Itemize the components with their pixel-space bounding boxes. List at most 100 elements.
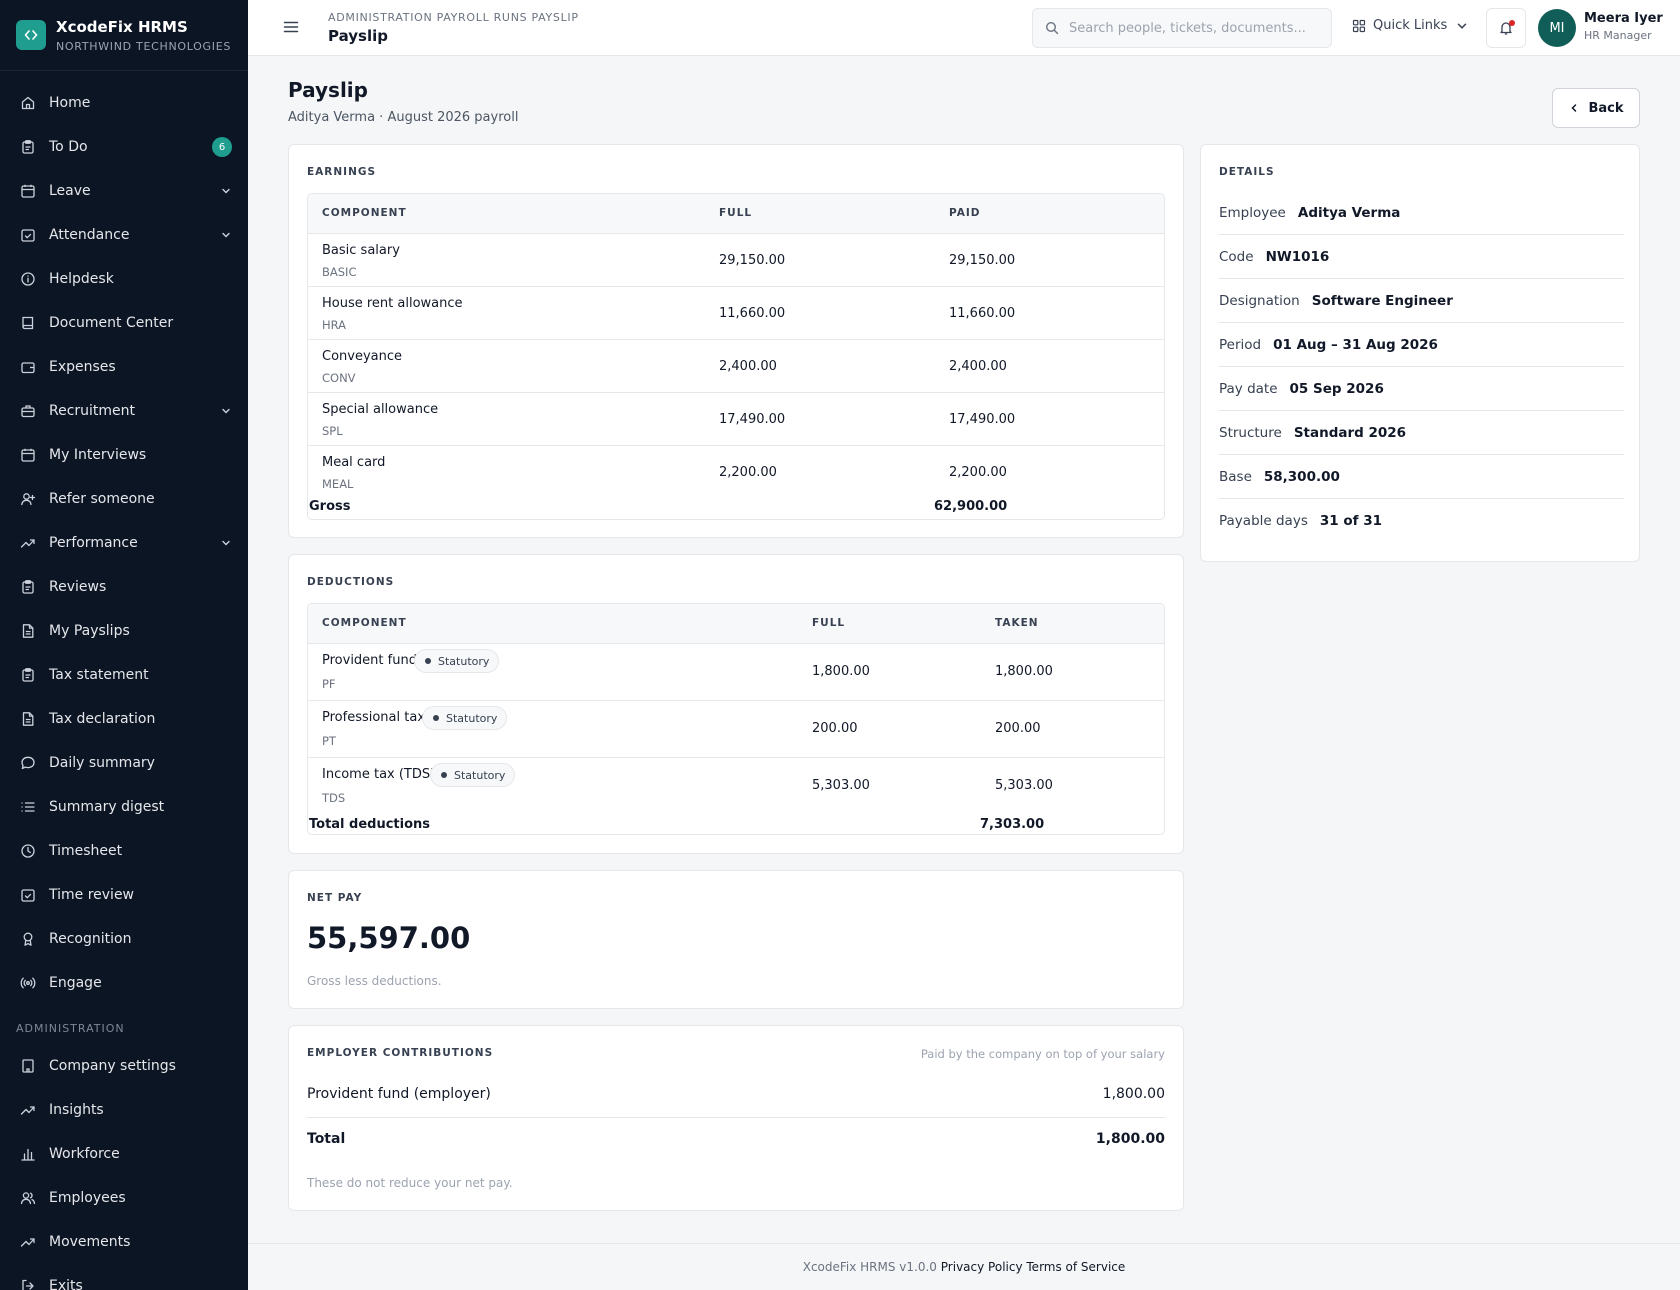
column-header-full: FULL bbox=[719, 207, 753, 219]
notifications-button[interactable] bbox=[1486, 8, 1526, 48]
clock-icon bbox=[20, 843, 36, 859]
sidebar-item-daily-summary[interactable]: Daily summary bbox=[0, 741, 248, 785]
sidebar-item-label: Document Center bbox=[49, 315, 174, 331]
earnings-card: EARNINGS COMPONENT FULL PAID Basic salar… bbox=[288, 144, 1184, 538]
net-pay-amount: 55,597.00 bbox=[307, 921, 471, 955]
sidebar-item-label: My Payslips bbox=[49, 623, 130, 639]
detail-value: 58,300.00 bbox=[1263, 468, 1340, 485]
detail-label: Period bbox=[1219, 336, 1262, 353]
search-box bbox=[1032, 8, 1332, 48]
sidebar-item-movements[interactable]: Movements bbox=[0, 1220, 248, 1264]
sidebar-item-timesheet[interactable]: Timesheet bbox=[0, 829, 248, 873]
sidebar-item-label: Insights bbox=[49, 1102, 104, 1118]
sidebar-item-home[interactable]: Home bbox=[0, 81, 248, 125]
clipboard-icon bbox=[20, 139, 36, 155]
detail-row-designation: Designation Software Engineer bbox=[1219, 279, 1624, 323]
gross-value: 62,900.00 bbox=[934, 499, 1008, 514]
sidebar-item-my-interviews[interactable]: My Interviews bbox=[0, 433, 248, 477]
sidebar-item-my-payslips[interactable]: My Payslips bbox=[0, 609, 248, 653]
column-header-paid: PAID bbox=[949, 207, 981, 219]
sidebar-item-label: Movements bbox=[49, 1234, 131, 1250]
table-header: COMPONENT FULL TAKEN bbox=[308, 604, 1164, 644]
terms-of-service-link[interactable]: Terms of Service bbox=[1026, 1260, 1125, 1274]
sidebar-item-label: Timesheet bbox=[49, 843, 123, 859]
table-row: Provident fund Statutory PF 1,800.00 1,8… bbox=[308, 644, 1164, 701]
todo-count-badge: 6 bbox=[212, 137, 232, 157]
quick-links-button[interactable]: Quick Links bbox=[1352, 18, 1469, 33]
sidebar-item-engage[interactable]: Engage bbox=[0, 961, 248, 1005]
sidebar-item-performance[interactable]: Performance bbox=[0, 521, 248, 565]
contribution-total-value: 1,800.00 bbox=[1095, 1131, 1165, 1147]
sidebar-item-tax-declaration[interactable]: Tax declaration bbox=[0, 697, 248, 741]
chevron-down-icon bbox=[220, 537, 232, 549]
sidebar-item-refer-someone[interactable]: Refer someone bbox=[0, 477, 248, 521]
privacy-policy-link[interactable]: Privacy Policy bbox=[941, 1260, 1023, 1274]
sidebar-item-expenses[interactable]: Expenses bbox=[0, 345, 248, 389]
list-icon bbox=[20, 799, 36, 815]
sidebar-item-to-do[interactable]: To Do 6 bbox=[0, 125, 248, 169]
sidebar-item-insights[interactable]: Insights bbox=[0, 1088, 248, 1132]
user-name[interactable]: Meera Iyer bbox=[1584, 11, 1663, 26]
sidebar-item-label: Reviews bbox=[49, 579, 107, 595]
sidebar-item-recognition[interactable]: Recognition bbox=[0, 917, 248, 961]
clipboard-icon bbox=[20, 579, 36, 595]
paid-amount: 11,660.00 bbox=[949, 306, 1016, 321]
detail-value: Standard 2026 bbox=[1293, 424, 1407, 441]
sidebar-item-employees[interactable]: Employees bbox=[0, 1176, 248, 1220]
detail-value: NW1016 bbox=[1265, 248, 1330, 265]
dot-icon bbox=[441, 772, 447, 778]
sidebar-item-time-review[interactable]: Time review bbox=[0, 873, 248, 917]
statutory-label: Statutory bbox=[454, 768, 506, 782]
sidebar-item-label: Exits bbox=[49, 1278, 83, 1290]
sidebar-item-attendance[interactable]: Attendance bbox=[0, 213, 248, 257]
employer-contributions-hint: Paid by the company on top of your salar… bbox=[920, 1047, 1165, 1061]
sidebar-item-label: Daily summary bbox=[49, 755, 155, 771]
component-code: PF bbox=[322, 677, 336, 691]
chevron-left-icon bbox=[1571, 104, 1577, 112]
book-icon bbox=[20, 315, 36, 331]
sidebar-item-label: Employees bbox=[49, 1190, 126, 1206]
sidebar-item-label: Leave bbox=[49, 183, 91, 199]
sidebar-item-document-center[interactable]: Document Center bbox=[0, 301, 248, 345]
sidebar-item-tax-statement[interactable]: Tax statement bbox=[0, 653, 248, 697]
sidebar-item-exits[interactable]: Exits bbox=[0, 1264, 248, 1290]
brand[interactable]: XcodeFix HRMS NORTHWIND TECHNOLOGIES bbox=[0, 0, 248, 71]
calendar-icon bbox=[20, 183, 36, 199]
sidebar-item-helpdesk[interactable]: Helpdesk bbox=[0, 257, 248, 301]
sidebar-item-company-settings[interactable]: Company settings bbox=[0, 1044, 248, 1088]
employer-contributions-title: EMPLOYER CONTRIBUTIONS bbox=[307, 1047, 494, 1059]
component-name: Basic salary bbox=[322, 243, 400, 258]
code-icon bbox=[16, 20, 46, 50]
taken-amount: 5,303.00 bbox=[995, 778, 1053, 793]
sidebar-item-reviews[interactable]: Reviews bbox=[0, 565, 248, 609]
menu-icon[interactable] bbox=[282, 18, 300, 36]
sidebar-item-label: Home bbox=[49, 95, 91, 111]
search-icon bbox=[1045, 21, 1059, 35]
employer-contributions-card: EMPLOYER CONTRIBUTIONS Paid by the compa… bbox=[288, 1025, 1184, 1211]
detail-label: Employee bbox=[1219, 204, 1286, 221]
avatar[interactable]: MI bbox=[1538, 9, 1576, 47]
deductions-title: DEDUCTIONS bbox=[307, 576, 395, 588]
detail-value: 05 Sep 2026 bbox=[1289, 380, 1384, 397]
sidebar-item-recruitment[interactable]: Recruitment bbox=[0, 389, 248, 433]
chevron-down-icon bbox=[220, 229, 232, 241]
search-input[interactable] bbox=[1069, 20, 1319, 36]
table-row: Conveyance CONV 2,400.00 2,400.00 bbox=[308, 340, 1164, 393]
component-name: House rent allowance bbox=[322, 296, 463, 311]
brand-name: XcodeFix HRMS bbox=[56, 17, 188, 36]
sidebar-item-label: Expenses bbox=[49, 359, 116, 375]
sidebar-item-summary-digest[interactable]: Summary digest bbox=[0, 785, 248, 829]
wallet-icon bbox=[20, 359, 36, 375]
back-button[interactable]: Back bbox=[1552, 88, 1640, 128]
full-amount: 29,150.00 bbox=[719, 253, 786, 268]
column-header-component: COMPONENT bbox=[322, 617, 407, 629]
table-row: Income tax (TDS) Statutory TDS 5,303.00 … bbox=[308, 758, 1164, 815]
page-subtitle: Aditya Verma · August 2026 payroll bbox=[288, 110, 519, 125]
sidebar-item-leave[interactable]: Leave bbox=[0, 169, 248, 213]
sidebar-item-label: Recognition bbox=[49, 931, 132, 947]
sidebar-item-workforce[interactable]: Workforce bbox=[0, 1132, 248, 1176]
detail-label: Code bbox=[1219, 248, 1254, 265]
earnings-title: EARNINGS bbox=[307, 166, 377, 178]
sidebar-item-label: Workforce bbox=[49, 1146, 120, 1162]
detail-row-code: Code NW1016 bbox=[1219, 235, 1624, 279]
